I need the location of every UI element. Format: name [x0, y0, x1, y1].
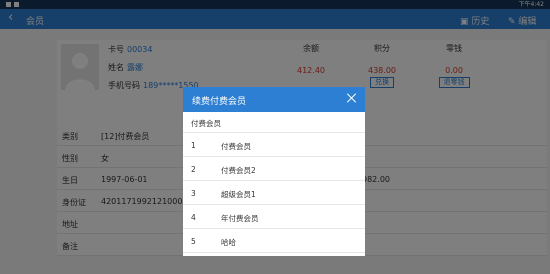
option-name: 哈哈: [221, 238, 236, 247]
option-number: 5: [191, 237, 196, 246]
dialog-subtitle: 付费会员: [183, 112, 365, 133]
option-number: 2: [191, 165, 196, 174]
dialog-title: 续费付费会员: [192, 97, 247, 107]
option-number: 4: [191, 213, 196, 222]
option-name: 超级会员1: [221, 190, 256, 199]
close-icon[interactable]: [347, 93, 357, 103]
option-name: 付费会员: [221, 142, 251, 151]
membership-option[interactable]: 2 付费会员2: [183, 157, 365, 181]
option-name: 年付费会员: [221, 214, 259, 223]
membership-option[interactable]: 4 年付费会员: [183, 205, 365, 229]
dialog-header: 续费付费会员: [183, 87, 365, 112]
option-name: 付费会员2: [221, 166, 256, 175]
option-number: 3: [191, 189, 196, 198]
membership-option[interactable]: 5 哈哈: [183, 229, 365, 253]
renew-membership-dialog: 续费付费会员 付费会员 1 付费会员 2 付费会员2 3 超级会员1 4 年付费…: [183, 87, 365, 256]
option-number: 1: [191, 141, 196, 150]
membership-option[interactable]: 1 付费会员: [183, 133, 365, 157]
membership-option[interactable]: 3 超级会员1: [183, 181, 365, 205]
